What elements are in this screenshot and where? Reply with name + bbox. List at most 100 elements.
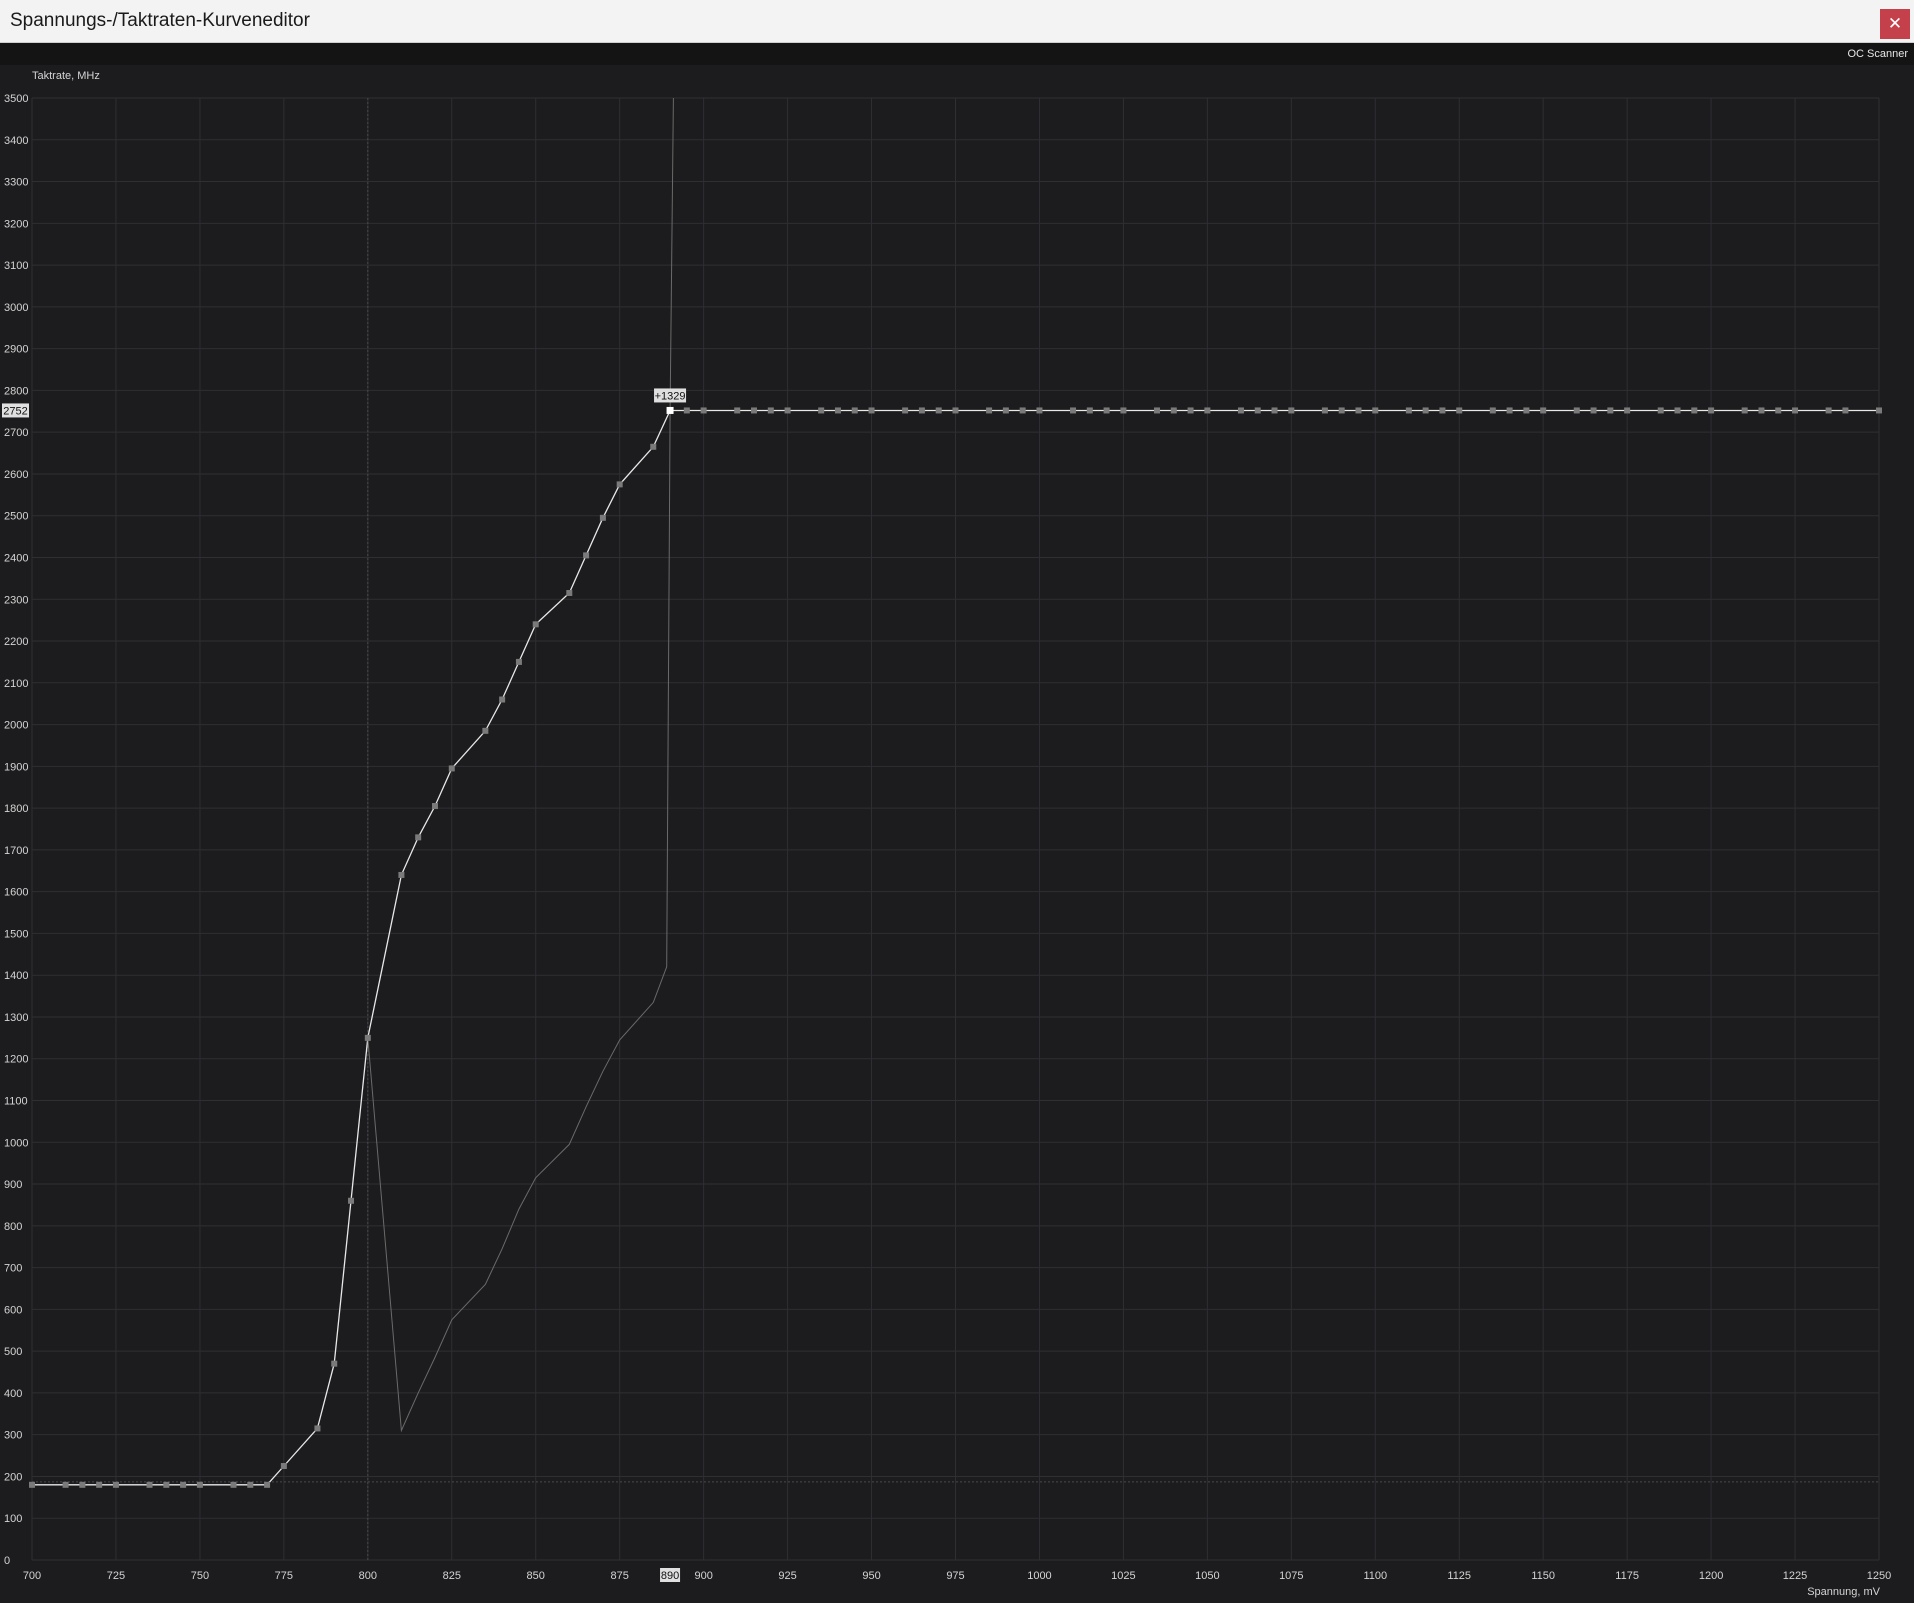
curve-point[interactable]	[1876, 407, 1882, 414]
curve-point[interactable]	[398, 871, 405, 878]
curve-point[interactable]	[935, 407, 942, 414]
curve-point[interactable]	[1254, 407, 1261, 414]
curve-point[interactable]	[1019, 407, 1026, 414]
curve-point[interactable]	[79, 1481, 86, 1488]
curve-point[interactable]	[364, 1034, 371, 1041]
curve-point[interactable]	[1708, 407, 1715, 414]
x-tick-labels: 700 725 750 775 800 825 850 875 900 925 950 975 1000…	[23, 1570, 1891, 1582]
curve-point[interactable]	[1187, 407, 1194, 414]
curve-point[interactable]	[230, 1481, 237, 1488]
curve-editor-plot[interactable]: 0 100 200 300 400 500 600 700 800 900 1000 1100 1200…	[0, 65, 1914, 1603]
curve-point[interactable]	[1338, 407, 1345, 414]
curve-point[interactable]	[112, 1481, 119, 1488]
curve-point[interactable]	[1624, 407, 1631, 414]
curve-point[interactable]	[1758, 407, 1765, 414]
curve-point[interactable]	[767, 407, 774, 414]
close-button[interactable]: ✕	[1880, 9, 1910, 39]
curve-point[interactable]	[1237, 407, 1244, 414]
curve-point[interactable]	[1405, 407, 1412, 414]
curve-point[interactable]	[196, 1481, 203, 1488]
window-title: Spannungs-/Taktraten-Kurveneditor	[10, 10, 310, 31]
curve-point[interactable]	[1422, 407, 1429, 414]
x-tick-label: 1200	[1699, 1570, 1723, 1582]
curve-point[interactable]	[1506, 407, 1513, 414]
curve-point[interactable]	[1170, 407, 1177, 414]
curve-point[interactable]	[1792, 407, 1799, 414]
curve-point[interactable]	[482, 727, 489, 734]
curve-point[interactable]	[1540, 407, 1547, 414]
curve-point[interactable]	[1825, 407, 1832, 414]
curve-point[interactable]	[902, 407, 909, 414]
curve-point[interactable]	[700, 407, 707, 414]
curve-point[interactable]	[734, 407, 741, 414]
curve-point[interactable]	[952, 407, 959, 414]
curve-point[interactable]	[1204, 407, 1211, 414]
curve-point[interactable]	[751, 407, 758, 414]
curve-point[interactable]	[1590, 407, 1597, 414]
curve-point[interactable]	[650, 443, 657, 450]
curve-point[interactable]	[180, 1481, 187, 1488]
curve-point[interactable]	[1439, 407, 1446, 414]
curve-point[interactable]	[1573, 407, 1580, 414]
selected-point-group[interactable]: +1329 2752 890	[2, 388, 687, 1582]
curve-point[interactable]	[818, 407, 825, 414]
curve-point[interactable]	[1775, 407, 1782, 414]
curve-point[interactable]	[851, 407, 858, 414]
curve-point[interactable]	[599, 514, 606, 521]
curve-point[interactable]	[348, 1197, 355, 1204]
curve-point[interactable]	[1842, 407, 1849, 414]
curve-point[interactable]	[1002, 407, 1009, 414]
close-icon[interactable]: ✕	[1888, 14, 1902, 33]
curve-point[interactable]	[515, 658, 522, 665]
y-tick-label: 2700	[4, 427, 28, 439]
curve-point[interactable]	[448, 765, 455, 772]
curve-point[interactable]	[1523, 407, 1530, 414]
curve-point[interactable]	[1036, 407, 1043, 414]
curve-point[interactable]	[834, 407, 841, 414]
curve-point[interactable]	[1288, 407, 1295, 414]
curve-point[interactable]	[96, 1481, 103, 1488]
curve-point[interactable]	[415, 834, 422, 841]
curve-point[interactable]	[280, 1463, 287, 1470]
curve-point[interactable]	[431, 803, 438, 810]
curve-point[interactable]	[1372, 407, 1379, 414]
curve-point[interactable]	[1456, 407, 1463, 414]
curve-point[interactable]	[1120, 407, 1127, 414]
y-value-label: 2752	[3, 405, 27, 417]
curve-point[interactable]	[918, 407, 925, 414]
curve-point[interactable]	[1489, 407, 1496, 414]
selected-curve-point[interactable]	[666, 406, 674, 414]
curve-point[interactable]	[1741, 407, 1748, 414]
curve-point[interactable]	[1674, 407, 1681, 414]
curve-point[interactable]	[499, 696, 506, 703]
curve-point[interactable]	[1153, 407, 1160, 414]
curve-point[interactable]	[62, 1481, 69, 1488]
curve-point[interactable]	[1070, 407, 1077, 414]
curve-point[interactable]	[1321, 407, 1328, 414]
curve-chart[interactable]: 0 100 200 300 400 500 600 700 800 900 1000 1100 1200…	[0, 65, 1914, 1603]
curve-point[interactable]	[163, 1481, 170, 1488]
curve-point[interactable]	[1691, 407, 1698, 414]
curve-point[interactable]	[1607, 407, 1614, 414]
oc-scanner-button[interactable]: OC Scanner	[1847, 48, 1908, 60]
curve-point[interactable]	[616, 481, 623, 488]
curve-point[interactable]	[868, 407, 875, 414]
curve-point[interactable]	[29, 1481, 35, 1488]
curve-point[interactable]	[583, 552, 590, 559]
curve-point[interactable]	[986, 407, 993, 414]
curve-point[interactable]	[566, 589, 573, 596]
curve-point[interactable]	[314, 1425, 321, 1432]
curve-point[interactable]	[784, 407, 791, 414]
curve-point[interactable]	[1271, 407, 1278, 414]
curve-point[interactable]	[532, 621, 539, 628]
curve-point[interactable]	[1355, 407, 1362, 414]
curve-point[interactable]	[264, 1481, 271, 1488]
curve-point[interactable]	[331, 1360, 338, 1367]
curve-point[interactable]	[1103, 407, 1110, 414]
curve-point[interactable]	[683, 407, 690, 414]
curve-point[interactable]	[1086, 407, 1093, 414]
curve-point[interactable]	[1657, 407, 1664, 414]
curve-point[interactable]	[247, 1481, 254, 1488]
x-tick-label: 1250	[1867, 1570, 1891, 1582]
curve-point[interactable]	[146, 1481, 153, 1488]
